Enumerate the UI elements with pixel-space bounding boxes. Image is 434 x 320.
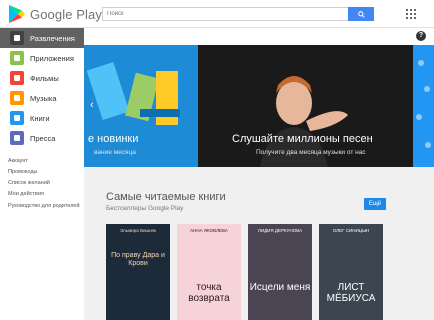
banner-books[interactable]: ‹ е новинки вание месяца (84, 45, 198, 167)
book-cover-3[interactable]: ОЛЕГ СИНИЦЫН ЛИСТ МЁБИУСА (319, 224, 383, 320)
newsstand-icon (10, 131, 24, 145)
more-button[interactable]: Ещё (364, 198, 386, 210)
sidebar-item-label: Фильмы (30, 73, 59, 83)
search-button[interactable] (348, 7, 374, 21)
book-icon (10, 111, 24, 125)
banner-music[interactable]: Слушайте миллионы песен Получите два мес… (198, 45, 413, 167)
sidebar-item-1[interactable]: Приложения (0, 48, 84, 68)
chevron-left-icon[interactable]: ‹ (90, 99, 98, 111)
banner-books-subtitle: вание месяца (94, 149, 136, 156)
sidebar-item-label: Музыка (30, 93, 57, 103)
sub-header-bar (84, 28, 434, 45)
sidebar-link-1[interactable]: Промокоды (8, 167, 84, 178)
play-logo-icon (9, 5, 25, 23)
sidebar-item-label: Развлечения (30, 33, 75, 43)
sidebar-item-5[interactable]: Пресса (0, 128, 84, 148)
sidebar-item-label: Книги (30, 113, 50, 123)
headphones-icon (10, 91, 24, 105)
book-title: По праву Дара и Крови (111, 252, 165, 267)
sidebar: Развлечения Приложения Фильмы Музыка Книги Пр… (0, 28, 84, 320)
entertainment-icon (10, 31, 24, 45)
android-icon (10, 51, 24, 65)
banner-music-subtitle: Получите два месяца музыки от нас (256, 149, 366, 156)
section-title: Самые читаемые книги (106, 191, 226, 203)
book-author: АННА ЯКОВЛЕВА (190, 228, 228, 233)
sidebar-item-4[interactable]: Книги (0, 108, 84, 128)
google-play-logo[interactable]: Google Play (8, 4, 102, 24)
banner-carousel[interactable]: ‹ е новинки вание месяца Слушайте миллио… (84, 45, 434, 167)
banner-music-title: Слушайте миллионы песен (232, 133, 373, 145)
logo-text: Google Play (30, 6, 102, 22)
book-cover-0[interactable]: Эльмира Вишняк По праву Дара и Крови (106, 224, 170, 320)
book-title: ЛИСТ МЁБИУСА (326, 282, 376, 304)
banner-books-title: е новинки (88, 133, 139, 145)
help-icon[interactable]: ? (416, 31, 426, 41)
search-input[interactable] (102, 7, 348, 21)
sidebar-item-3[interactable]: Музыка (0, 88, 84, 108)
sidebar-item-2[interactable]: Фильмы (0, 68, 84, 88)
apps-grid-icon[interactable] (406, 9, 416, 19)
section-subtitle: Бестселлеры Google Play (106, 205, 184, 212)
book-author: ОЛЕГ СИНИЦЫН (332, 228, 370, 233)
sidebar-item-label: Приложения (30, 53, 74, 63)
search-bar (102, 7, 374, 21)
pattern-illustration (416, 60, 431, 148)
sidebar-link-2[interactable]: Список желаний (8, 178, 84, 189)
sidebar-link-3[interactable]: Мои действия (8, 189, 84, 200)
banner-next-peek[interactable] (413, 45, 434, 167)
sidebar-link-4[interactable]: Руководство для родителей (8, 200, 84, 218)
sidebar-link-0[interactable]: Аккаунт (8, 156, 84, 167)
book-title: Исцели меня (249, 282, 311, 293)
sidebar-item-label: Пресса (30, 133, 56, 143)
film-icon (10, 71, 24, 85)
book-cover-1[interactable]: АННА ЯКОВЛЕВА точка возврата (177, 224, 241, 320)
book-author: Эльмира Вишняк (120, 228, 156, 233)
sidebar-item-0[interactable]: Развлечения (0, 28, 84, 48)
book-author: ЛИДИЯ ДЕРКУНОВА (257, 228, 303, 233)
search-icon (357, 10, 365, 18)
book-title: точка возврата (188, 282, 230, 304)
top-bar: Google Play (0, 0, 434, 28)
book-cover-2[interactable]: ЛИДИЯ ДЕРКУНОВА Исцели меня (248, 224, 312, 320)
